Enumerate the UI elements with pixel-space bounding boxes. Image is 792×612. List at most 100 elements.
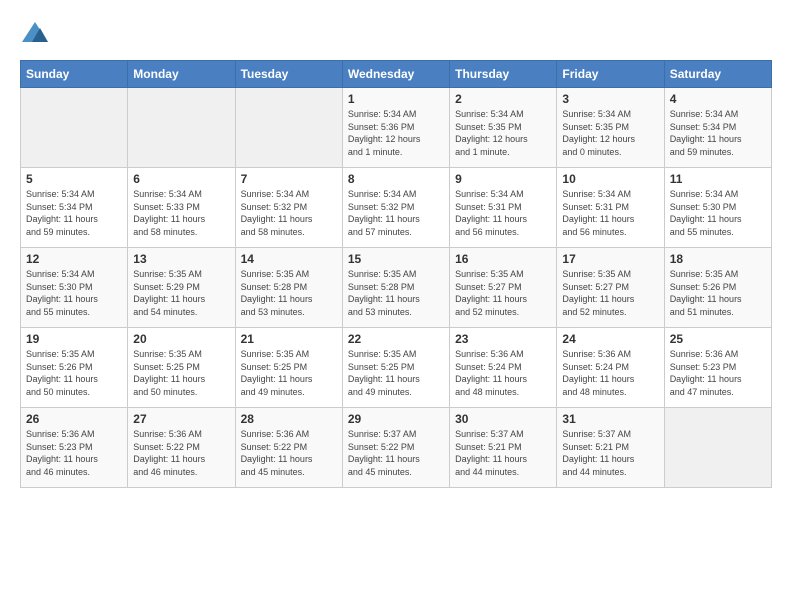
- calendar-cell: 29 Sunrise: 5:37 AM Sunset: 5:22 PM Dayli…: [342, 408, 449, 488]
- day-info: Sunrise: 5:35 AM Sunset: 5:25 PM Dayligh…: [348, 348, 444, 398]
- calendar-cell: 1 Sunrise: 5:34 AM Sunset: 5:36 PM Daylig…: [342, 88, 449, 168]
- calendar-cell: 31 Sunrise: 5:37 AM Sunset: 5:21 PM Dayli…: [557, 408, 664, 488]
- day-info: Sunrise: 5:35 AM Sunset: 5:27 PM Dayligh…: [455, 268, 551, 318]
- day-info: Sunrise: 5:36 AM Sunset: 5:23 PM Dayligh…: [670, 348, 766, 398]
- header-monday: Monday: [128, 61, 235, 88]
- calendar-cell: 23Sunrise: 5:36 AM Sunset: 5:24 PM Dayli…: [450, 328, 557, 408]
- day-number: 17: [562, 252, 658, 266]
- week-row-1: 1 Sunrise: 5:34 AM Sunset: 5:36 PM Daylig…: [21, 88, 772, 168]
- day-number: 10: [562, 172, 658, 186]
- day-number: 31: [562, 412, 658, 426]
- day-number: 11: [670, 172, 766, 186]
- calendar-cell: [128, 88, 235, 168]
- day-number: 1: [348, 92, 444, 106]
- calendar-cell: 19 Sunrise: 5:35 AM Sunset: 5:26 PM Dayli…: [21, 328, 128, 408]
- page-header: [20, 20, 772, 50]
- calendar-cell: 16 Sunrise: 5:35 AM Sunset: 5:27 PM Dayli…: [450, 248, 557, 328]
- calendar-cell: 3 Sunrise: 5:34 AM Sunset: 5:35 PM Daylig…: [557, 88, 664, 168]
- calendar-cell: 21 Sunrise: 5:35 AM Sunset: 5:25 PM Dayli…: [235, 328, 342, 408]
- day-info: Sunrise: 5:34 AM Sunset: 5:31 PM Dayligh…: [562, 188, 658, 238]
- day-info: Sunrise: 5:34 AM Sunset: 5:35 PM Dayligh…: [455, 108, 551, 158]
- header-tuesday: Tuesday: [235, 61, 342, 88]
- calendar-cell: 30Sunrise: 5:37 AM Sunset: 5:21 PM Dayli…: [450, 408, 557, 488]
- day-info: Sunrise: 5:37 AM Sunset: 5:21 PM Dayligh…: [455, 428, 551, 478]
- calendar-cell: 26Sunrise: 5:36 AM Sunset: 5:23 PM Dayli…: [21, 408, 128, 488]
- day-number: 4: [670, 92, 766, 106]
- day-info: Sunrise: 5:35 AM Sunset: 5:25 PM Dayligh…: [241, 348, 337, 398]
- day-number: 21: [241, 332, 337, 346]
- day-number: 19: [26, 332, 122, 346]
- header-friday: Friday: [557, 61, 664, 88]
- calendar-cell: 27Sunrise: 5:36 AM Sunset: 5:22 PM Dayli…: [128, 408, 235, 488]
- day-number: 15: [348, 252, 444, 266]
- week-row-3: 12 Sunrise: 5:34 AM Sunset: 5:30 PM Dayli…: [21, 248, 772, 328]
- day-info: Sunrise: 5:34 AM Sunset: 5:30 PM Dayligh…: [26, 268, 122, 318]
- day-number: 20: [133, 332, 229, 346]
- day-number: 18: [670, 252, 766, 266]
- calendar-cell: 9Sunrise: 5:34 AM Sunset: 5:31 PM Daylig…: [450, 168, 557, 248]
- calendar-cell: 13 Sunrise: 5:35 AM Sunset: 5:29 PM Dayli…: [128, 248, 235, 328]
- day-number: 29: [348, 412, 444, 426]
- day-info: Sunrise: 5:34 AM Sunset: 5:30 PM Dayligh…: [670, 188, 766, 238]
- logo: [20, 20, 54, 50]
- day-number: 24: [562, 332, 658, 346]
- header-sunday: Sunday: [21, 61, 128, 88]
- calendar-cell: [664, 408, 771, 488]
- day-info: Sunrise: 5:35 AM Sunset: 5:26 PM Dayligh…: [670, 268, 766, 318]
- calendar-cell: 7Sunrise: 5:34 AM Sunset: 5:32 PM Daylig…: [235, 168, 342, 248]
- week-row-4: 19 Sunrise: 5:35 AM Sunset: 5:26 PM Dayli…: [21, 328, 772, 408]
- day-info: Sunrise: 5:35 AM Sunset: 5:28 PM Dayligh…: [348, 268, 444, 318]
- calendar-cell: 6 Sunrise: 5:34 AM Sunset: 5:33 PM Daylig…: [128, 168, 235, 248]
- calendar-cell: 25 Sunrise: 5:36 AM Sunset: 5:23 PM Dayli…: [664, 328, 771, 408]
- calendar-cell: [21, 88, 128, 168]
- day-info: Sunrise: 5:34 AM Sunset: 5:36 PM Dayligh…: [348, 108, 444, 158]
- day-number: 26: [26, 412, 122, 426]
- day-info: Sunrise: 5:35 AM Sunset: 5:26 PM Dayligh…: [26, 348, 122, 398]
- day-number: 28: [241, 412, 337, 426]
- day-number: 5: [26, 172, 122, 186]
- day-number: 13: [133, 252, 229, 266]
- calendar-table: SundayMondayTuesdayWednesdayThursdayFrid…: [20, 60, 772, 488]
- day-info: Sunrise: 5:34 AM Sunset: 5:34 PM Dayligh…: [670, 108, 766, 158]
- day-info: Sunrise: 5:34 AM Sunset: 5:32 PM Dayligh…: [348, 188, 444, 238]
- day-info: Sunrise: 5:34 AM Sunset: 5:33 PM Dayligh…: [133, 188, 229, 238]
- day-number: 12: [26, 252, 122, 266]
- day-info: Sunrise: 5:36 AM Sunset: 5:22 PM Dayligh…: [133, 428, 229, 478]
- header-row: SundayMondayTuesdayWednesdayThursdayFrid…: [21, 61, 772, 88]
- day-info: Sunrise: 5:35 AM Sunset: 5:29 PM Dayligh…: [133, 268, 229, 318]
- day-info: Sunrise: 5:36 AM Sunset: 5:24 PM Dayligh…: [455, 348, 551, 398]
- calendar-cell: 24 Sunrise: 5:36 AM Sunset: 5:24 PM Dayli…: [557, 328, 664, 408]
- header-saturday: Saturday: [664, 61, 771, 88]
- calendar-cell: 28Sunrise: 5:36 AM Sunset: 5:22 PM Dayli…: [235, 408, 342, 488]
- day-info: Sunrise: 5:35 AM Sunset: 5:28 PM Dayligh…: [241, 268, 337, 318]
- calendar-cell: 14 Sunrise: 5:35 AM Sunset: 5:28 PM Dayli…: [235, 248, 342, 328]
- day-number: 3: [562, 92, 658, 106]
- day-info: Sunrise: 5:34 AM Sunset: 5:34 PM Dayligh…: [26, 188, 122, 238]
- day-number: 25: [670, 332, 766, 346]
- calendar-cell: 8 Sunrise: 5:34 AM Sunset: 5:32 PM Daylig…: [342, 168, 449, 248]
- calendar-cell: 20Sunrise: 5:35 AM Sunset: 5:25 PM Dayli…: [128, 328, 235, 408]
- day-number: 2: [455, 92, 551, 106]
- week-row-5: 26Sunrise: 5:36 AM Sunset: 5:23 PM Dayli…: [21, 408, 772, 488]
- calendar-cell: 5 Sunrise: 5:34 AM Sunset: 5:34 PM Daylig…: [21, 168, 128, 248]
- calendar-cell: 12 Sunrise: 5:34 AM Sunset: 5:30 PM Dayli…: [21, 248, 128, 328]
- day-number: 22: [348, 332, 444, 346]
- calendar-cell: 22 Sunrise: 5:35 AM Sunset: 5:25 PM Dayli…: [342, 328, 449, 408]
- day-number: 14: [241, 252, 337, 266]
- day-info: Sunrise: 5:34 AM Sunset: 5:35 PM Dayligh…: [562, 108, 658, 158]
- calendar-cell: 10 Sunrise: 5:34 AM Sunset: 5:31 PM Dayli…: [557, 168, 664, 248]
- day-number: 8: [348, 172, 444, 186]
- day-info: Sunrise: 5:37 AM Sunset: 5:21 PM Dayligh…: [562, 428, 658, 478]
- calendar-cell: [235, 88, 342, 168]
- day-info: Sunrise: 5:36 AM Sunset: 5:24 PM Dayligh…: [562, 348, 658, 398]
- calendar-cell: 17Sunrise: 5:35 AM Sunset: 5:27 PM Dayli…: [557, 248, 664, 328]
- calendar-cell: 2 Sunrise: 5:34 AM Sunset: 5:35 PM Daylig…: [450, 88, 557, 168]
- day-info: Sunrise: 5:34 AM Sunset: 5:31 PM Dayligh…: [455, 188, 551, 238]
- week-row-2: 5 Sunrise: 5:34 AM Sunset: 5:34 PM Daylig…: [21, 168, 772, 248]
- day-number: 16: [455, 252, 551, 266]
- day-number: 6: [133, 172, 229, 186]
- header-thursday: Thursday: [450, 61, 557, 88]
- logo-icon: [20, 20, 50, 50]
- day-info: Sunrise: 5:37 AM Sunset: 5:22 PM Dayligh…: [348, 428, 444, 478]
- header-wednesday: Wednesday: [342, 61, 449, 88]
